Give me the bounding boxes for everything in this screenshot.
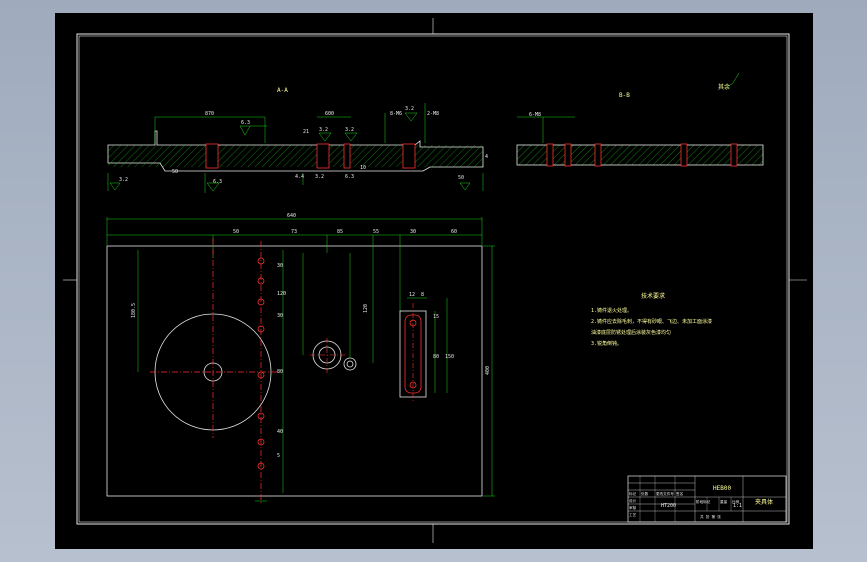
section-view-right: 6-M8 [516,112,764,167]
top-dim-7: 3.2 [405,106,414,112]
plan-top-dim-4: 30 [410,229,416,235]
top-dim-low-3: 4.4 [295,174,304,180]
row2-label-1: 审核 [629,505,637,510]
top-dim-2: 21 [303,129,309,135]
plan-side-dim-5: 40 [277,429,283,435]
inner-border [78,35,788,523]
right-section-dim: 6-M8 [529,112,541,118]
plan-side-dim-3: 30 [277,313,283,319]
material: HT200 [661,503,676,509]
title-block: HEB00 夹具体 HT200 1:1 标记 处数 更改文件号 签名 设计 审核… [627,475,787,523]
drawing-number: HEB00 [713,485,731,492]
top-dim-8: 6.3 [241,120,250,126]
plan-top-dim-2: 85 [337,229,343,235]
top-dim-0: 870 [205,111,214,117]
top-dim-low-7: 50 [458,175,464,181]
technical-requirements: 技术要求 1.铸件退火处理。 2.铸件应去除毛刺，不得有砂眼、飞边、未加工面涂漆… [591,292,712,347]
cad-viewport[interactable]: A-A B-B 其余 870 600 21 3.2 3.2 8-M6 2-M8 … [0,0,867,562]
top-dim-low-4: 3.2 [315,174,324,180]
slot-dim-0: 12 [409,292,415,298]
plan-view: 640 50 73 85 55 30 60 180.5 30 120 30 80… [106,213,495,503]
tech-note-3: 3.锐角倒钝。 [591,340,622,347]
stage-label-0: 阶段标记 [696,499,711,504]
plan-side-dim-1: 30 [277,263,283,269]
slot-dim-2: 15 [433,314,439,320]
plan-side-dim-0: 180.5 [131,303,137,318]
top-dim-1: 600 [325,111,334,117]
section-label-left: A-A [277,87,288,94]
row-label-3: 更改文件号 [656,491,674,496]
top-dim-5: 8-M6 [390,111,402,117]
top-dim-low-2: 6.3 [213,179,222,185]
plan-side-dim-2: 120 [277,291,286,297]
drawing-canvas: A-A B-B 其余 870 600 21 3.2 3.2 8-M6 2-M8 … [63,18,807,543]
tech-note-1: 2.铸件应去除毛刺，不得有砂眼、飞边、未加工面涂漆 [591,318,712,325]
top-dim-low-6: 10 [360,165,366,171]
row-label-4: 签名 [676,491,684,496]
row-label-0: 标记 [629,491,637,496]
drawing-sheet: A-A B-B 其余 870 600 21 3.2 3.2 8-M6 2-M8 … [55,13,813,549]
part-name: 夹具体 [755,498,773,506]
row-label-1: 处数 [641,491,649,496]
top-dim-6: 2-M8 [427,111,439,117]
top-dim-4: 3.2 [345,127,354,133]
stage-label-2: 比例 [732,499,740,504]
top-dim-3: 3.2 [319,127,328,133]
plan-top-dim-0: 50 [233,229,239,235]
tech-title: 技术要求 [641,292,665,300]
top-dim-low-8: 4 [485,154,488,160]
plan-top-dim-1: 73 [291,229,297,235]
plan-side-dim-6: 5 [277,453,280,459]
plan-height-dim: 400 [485,366,491,375]
slot-dim-1: 8 [421,292,424,298]
stage-label-1: 重量 [720,499,728,504]
top-dim-low-0: 3.2 [119,177,128,183]
plan-width-dim: 640 [287,213,296,219]
plan-top-dim-3: 55 [373,229,379,235]
plan-side-dim-4: 80 [277,369,283,375]
sheet-count: 共 张 第 张 [700,514,721,519]
slot-dim-4: 150 [445,354,454,360]
tech-note-2: 油漆底层防锈处理后涂装灰色漆均匀 [591,329,671,336]
plan-mid-dim-3: 120 [363,304,369,313]
top-dim-low-1: 50 [172,169,178,175]
top-dim-low-5: 6.3 [345,174,354,180]
plan-top-dim-5: 60 [451,229,457,235]
slot-dim-3: 80 [433,354,439,360]
row2-label-2: 工艺 [629,512,637,517]
outer-border [76,33,790,525]
tech-note-0: 1.铸件退火处理。 [591,307,632,314]
section-label-right: B-B [619,92,630,99]
roughness-note: 其余 [718,83,730,91]
row2-label-0: 设计 [629,498,637,503]
